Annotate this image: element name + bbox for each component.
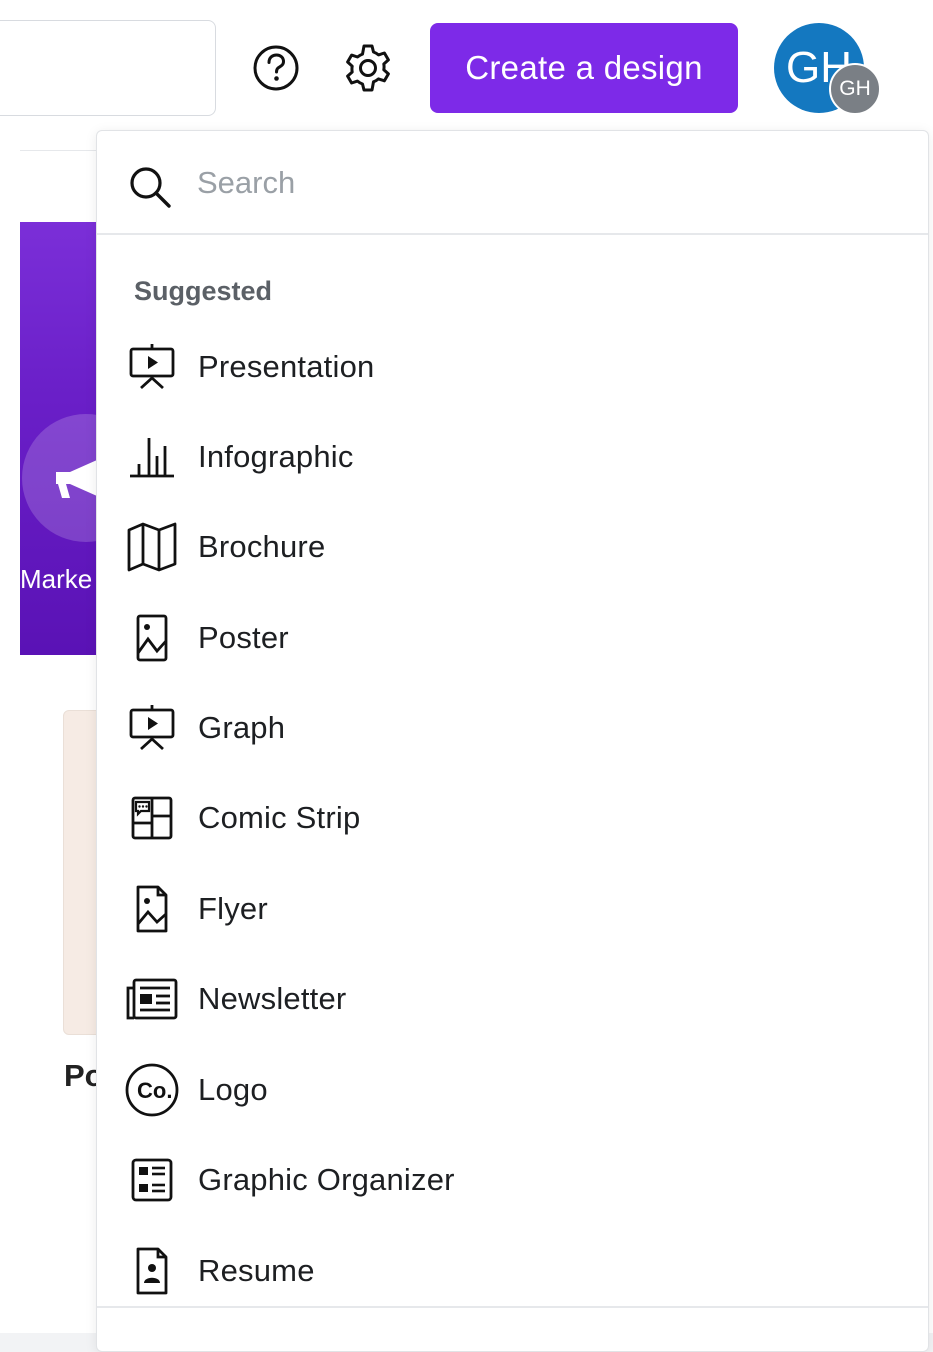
menu-item-infographic[interactable]: Infographic	[97, 412, 928, 502]
organizer-list-icon	[124, 1152, 180, 1208]
search-icon	[130, 167, 171, 208]
logo-co-icon: Co.	[124, 1062, 180, 1118]
menu-item-poster[interactable]: Poster	[97, 593, 928, 683]
poster-image-icon	[124, 610, 180, 666]
svg-text:Co.: Co.	[137, 1078, 172, 1103]
presentation-icon	[124, 700, 180, 756]
presentation-icon	[124, 339, 180, 395]
top-search-field[interactable]	[0, 20, 216, 116]
menu-item-label: Flyer	[198, 891, 268, 926]
section-title-suggested: Suggested	[134, 276, 273, 306]
comic-strip-icon	[124, 790, 180, 846]
folded-map-icon	[124, 519, 180, 575]
menu-item-resume[interactable]: Resume	[97, 1226, 928, 1316]
question-circle-icon	[253, 45, 299, 91]
flyer-icon	[124, 881, 180, 937]
dropdown-search-row	[97, 131, 928, 235]
menu-item-label: Resume	[198, 1253, 315, 1288]
settings-button[interactable]	[340, 40, 396, 96]
menu-item-graphic-organizer[interactable]: Graphic Organizer	[97, 1135, 928, 1225]
banner-label: Marke	[20, 564, 93, 594]
menu-item-brochure[interactable]: Brochure	[97, 502, 928, 592]
menu-item-label: Presentation	[198, 349, 375, 384]
create-design-button[interactable]: Create a design	[430, 23, 738, 113]
menu-item-label: Newsletter	[198, 981, 347, 1016]
resume-icon	[124, 1243, 180, 1299]
newspaper-icon	[124, 971, 180, 1027]
menu-item-label: Graph	[198, 710, 286, 745]
menu-item-label: Infographic	[198, 439, 354, 474]
menu-item-label: Brochure	[198, 529, 326, 564]
menu-item-newsletter[interactable]: Newsletter	[97, 954, 928, 1044]
menu-item-label: Graphic Organizer	[198, 1162, 455, 1197]
create-design-dropdown: Suggested Presentation Infographic	[96, 130, 929, 1352]
menu-item-label: Comic Strip	[198, 800, 361, 835]
bar-chart-icon	[124, 429, 180, 485]
menu-item-comic-strip[interactable]: Comic Strip	[97, 773, 928, 863]
avatar-badge: GH	[829, 63, 881, 115]
gear-icon	[346, 44, 390, 92]
dropdown-footer-divider	[97, 1306, 928, 1308]
menu-item-flyer[interactable]: Flyer	[97, 864, 928, 954]
header-divider	[20, 150, 100, 151]
menu-item-label: Logo	[198, 1072, 268, 1107]
menu-item-label: Poster	[198, 620, 289, 655]
menu-item-logo[interactable]: Co. Logo	[97, 1045, 928, 1135]
left-edge	[0, 0, 20, 1333]
menu-item-presentation[interactable]: Presentation	[97, 322, 928, 412]
help-button[interactable]	[250, 42, 302, 94]
menu-item-graph[interactable]: Graph	[97, 683, 928, 773]
dropdown-search-input[interactable]	[197, 161, 877, 205]
